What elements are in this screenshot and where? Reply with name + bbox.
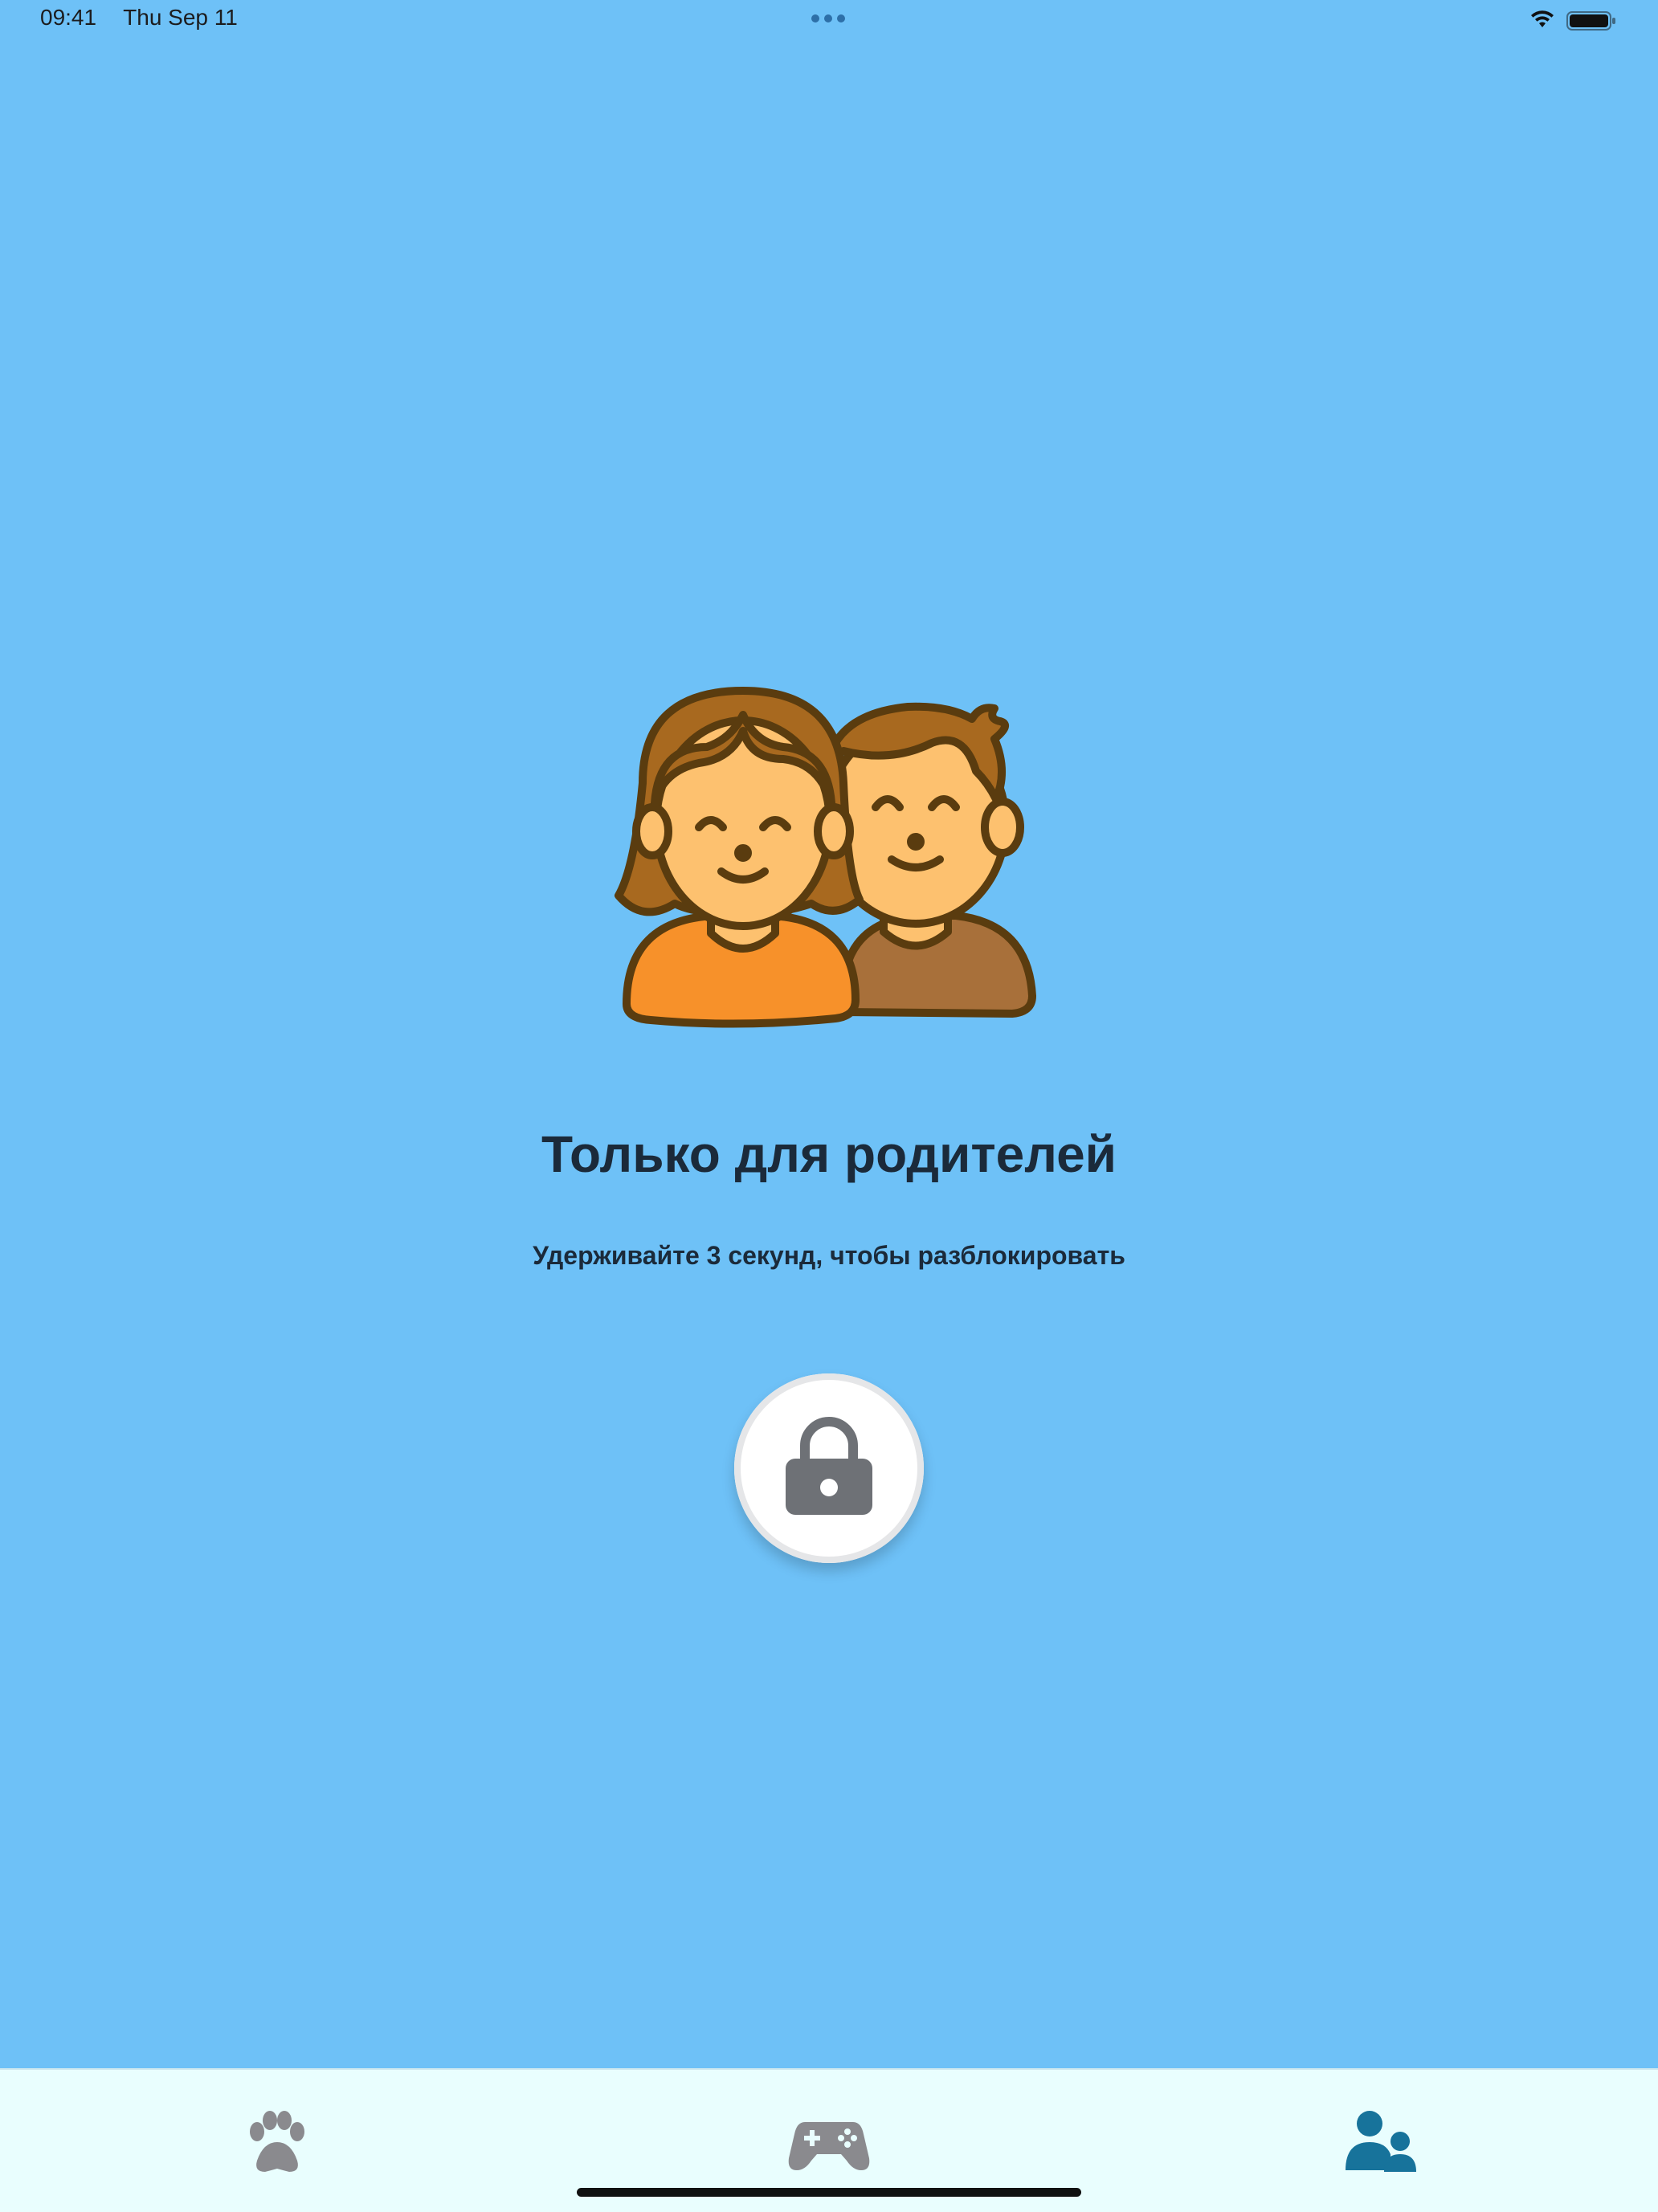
tab-games[interactable] [785, 2098, 873, 2186]
status-clock: 09:41 [40, 5, 97, 30]
paw-icon [250, 2111, 304, 2172]
battery-icon [1566, 11, 1615, 31]
home-indicator [577, 2188, 1081, 2197]
page-title: Только для родителей [541, 1125, 1117, 1183]
wifi-icon [1531, 10, 1554, 27]
tab-pets[interactable] [233, 2098, 321, 2186]
parents-tab-icon [1346, 2111, 1416, 2172]
tab-parents[interactable] [1337, 2098, 1426, 2186]
status-bar: 09:41 Thu Sep 11 [0, 0, 1658, 39]
gamepad-icon [788, 2122, 870, 2170]
status-time: 09:41 Thu Sep 11 [40, 5, 238, 31]
unlock-instruction: Удерживайте 3 секунд, чтобы разблокирова… [533, 1241, 1125, 1270]
lock-icon [786, 1417, 872, 1515]
status-date: Thu Sep 11 [123, 5, 238, 30]
hold-to-unlock-button[interactable] [734, 1373, 924, 1563]
parents-icon [615, 687, 1036, 1028]
more-dots-icon[interactable] [811, 14, 847, 22]
status-indicators [1504, 8, 1616, 32]
